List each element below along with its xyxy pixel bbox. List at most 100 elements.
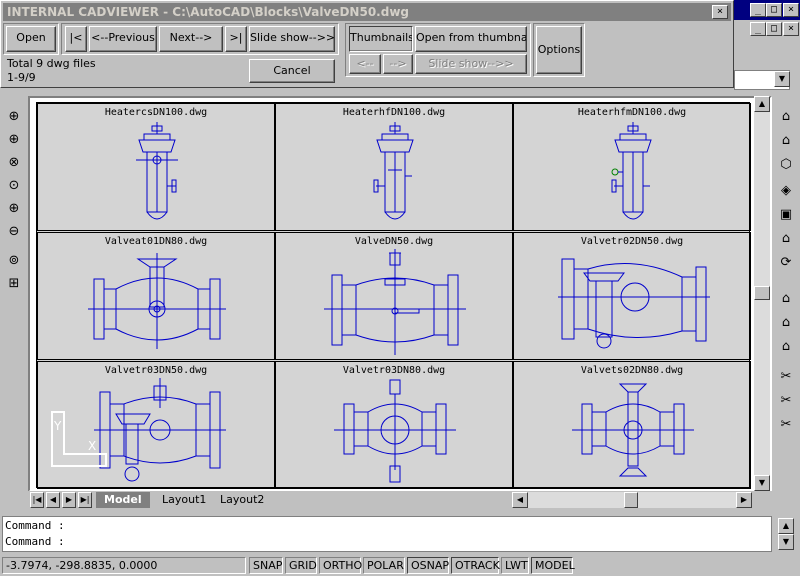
tab-model[interactable]: Model [96,492,150,508]
command-scrollbar[interactable]: ▲ ▼ [774,516,798,552]
osnap-toggle[interactable]: OSNAP [407,557,449,574]
slideshow-button[interactable]: Slide show-->> [249,26,335,52]
thumbnail-label: ValveDN50.dwg [354,236,434,247]
last-button[interactable]: >| [225,26,247,52]
zoom-in-icon[interactable]: ⊕ [5,200,23,218]
heater-drawing [611,122,652,220]
thumbnail-label: Valveat01DN80.dwg [104,236,208,247]
zoom-window-icon[interactable]: ⊕ [5,108,23,126]
offset-icon[interactable]: ◈ [777,182,795,200]
thumbnail-label: Valvetr03DN50.dwg [104,365,208,376]
model-toggle[interactable]: MODEL [531,557,575,574]
command-history-line: Command : [5,519,65,532]
rotate-icon[interactable]: ⟳ [777,254,795,272]
minimize-icon[interactable]: _ [750,3,766,17]
thumbnail-label: Valvets02DN80.dwg [580,365,684,376]
scroll-right-icon[interactable]: ▶ [736,492,752,508]
zoom-scale-icon[interactable]: ⊗ [5,154,23,172]
thumbnail-label: HeaterhfmDN100.dwg [577,107,687,118]
zoom-out-icon[interactable]: ⊖ [5,223,23,241]
snap-toggle[interactable]: SNAP [249,557,283,574]
thumb-slideshow-button[interactable]: Slide show-->> [415,54,527,74]
scroll-left-icon[interactable]: ◀ [512,492,528,508]
doc-minimize-icon[interactable]: _ [750,22,766,36]
ortho-toggle[interactable]: ORTHO [319,557,362,574]
previous-button[interactable]: <--Previous [89,26,157,52]
thumbnail-cell[interactable]: Valvetr03DN50.dwg Y X [37,361,275,489]
tab-last-icon[interactable]: ▶| [78,492,92,508]
next-button[interactable]: Next--> [159,26,223,52]
scroll-down-icon[interactable]: ▼ [754,475,770,491]
tab-first-icon[interactable]: |◀ [30,492,44,508]
tab-layout2[interactable]: Layout2 [212,492,272,508]
command-window[interactable]: Command : Command : [2,516,772,552]
vertical-scrollbar[interactable]: ▲ ▼ [754,96,770,491]
thumbnail-cell[interactable]: Valveat01DN80.dwg [37,232,275,360]
tab-next-icon[interactable]: ▶ [62,492,76,508]
zoom-center-icon[interactable]: ⊙ [5,177,23,195]
copy-icon[interactable]: ⌂ [777,132,795,150]
valve-drawing [558,258,710,349]
modify-toolbar: ⌂ ⌂ ⬡ ◈ ▣ ⌂ ⟳ ⌂ ⌂ ⌂ ✂ ✂ ✂ [774,104,798,434]
layer-dropdown-arrow-icon[interactable]: ▼ [774,71,790,87]
maximize-icon[interactable]: □ [766,3,782,17]
scroll-up-icon[interactable]: ▲ [754,96,770,112]
thumb-next-button[interactable]: --> [383,54,413,74]
valve-drawing [88,253,226,349]
thumbnail-cell[interactable]: Valvets02DN80.dwg [513,361,751,489]
grid-toggle[interactable]: GRID [285,557,317,574]
thumbnail-cell[interactable]: Valvetr02DN50.dwg [513,232,751,360]
close-icon[interactable]: × [783,3,799,17]
tab-layout1[interactable]: Layout1 [154,492,214,508]
hscroll-thumb[interactable] [624,492,638,508]
move-icon[interactable]: ⌂ [777,230,795,248]
range-text: 1-9/9 [7,71,36,84]
thumb-prev-button[interactable]: <-- [349,54,381,74]
scale-icon[interactable]: ⌂ [777,290,795,308]
lwt-toggle[interactable]: LWT [501,557,529,574]
trim-icon[interactable]: ✂ [777,368,795,386]
open-button[interactable]: Open [6,26,56,52]
total-files-text: Total 9 dwg files [7,57,96,70]
heater-drawing [136,122,178,220]
coordinates-readout: -3.7974, -298.8835, 0.0000 [2,557,246,574]
thumbnail-cell[interactable]: HeatercsDN100.dwg [37,103,275,231]
status-bar: -3.7974, -298.8835, 0.0000 SNAP GRID ORT… [0,556,800,576]
polar-toggle[interactable]: POLAR [363,557,405,574]
zoom-extents-icon[interactable]: ⊞ [5,275,23,293]
extend-icon[interactable]: ✂ [777,392,795,410]
otrack-toggle[interactable]: OTRACK [451,557,500,574]
erase-icon[interactable]: ⌂ [777,108,795,126]
drawing-area[interactable]: HeatercsDN100.dwg HeaterhfDN100.dwg Heat… [28,96,772,492]
stretch-icon[interactable]: ⌂ [777,314,795,332]
thumbnails-button[interactable]: Thumbnails [349,26,413,52]
horizontal-scrollbar[interactable]: ◀ ▶ [512,492,752,508]
break-icon[interactable]: ✂ [777,416,795,434]
options-button[interactable]: Options [536,26,582,74]
zoom-toolbar: ⊕ ⊕ ⊗ ⊙ ⊕ ⊖ ⊚ ⊞ [2,98,26,298]
thumbnail-label: HeaterhfDN100.dwg [342,107,446,118]
thumbnail-cell[interactable]: HeaterhfDN100.dwg [275,103,513,231]
lengthen-icon[interactable]: ⌂ [777,338,795,356]
valve-drawing [324,249,466,355]
thumbnail-cell[interactable]: Valvetr03DN80.dwg [275,361,513,489]
array-icon[interactable]: ▣ [777,206,795,224]
zoom-all-icon[interactable]: ⊚ [5,252,23,270]
scroll-thumb[interactable] [754,286,770,300]
command-prompt-line[interactable]: Command : [5,535,65,548]
valve-drawing [572,383,694,477]
dialog-close-icon[interactable]: × [712,5,728,19]
cmd-scroll-up-icon[interactable]: ▲ [778,518,794,534]
tab-prev-icon[interactable]: ◀ [46,492,60,508]
doc-restore-icon[interactable]: □ [766,22,782,36]
first-button[interactable]: |< [65,26,87,52]
mirror-icon[interactable]: ⬡ [777,156,795,174]
zoom-dynamic-icon[interactable]: ⊕ [5,131,23,149]
cmd-scroll-down-icon[interactable]: ▼ [778,534,794,550]
thumbnail-cell[interactable]: HeaterhfmDN100.dwg [513,103,751,231]
app-root: _ □ × _ □ × ▼ INTERNAL CADVIEWER - C:\Au… [0,0,800,576]
open-from-thumbnail-button[interactable]: Open from thumbnail [415,26,527,52]
thumbnail-cell[interactable]: ValveDN50.dwg [275,232,513,360]
doc-close-icon[interactable]: × [783,22,799,36]
cancel-button[interactable]: Cancel [249,59,335,83]
